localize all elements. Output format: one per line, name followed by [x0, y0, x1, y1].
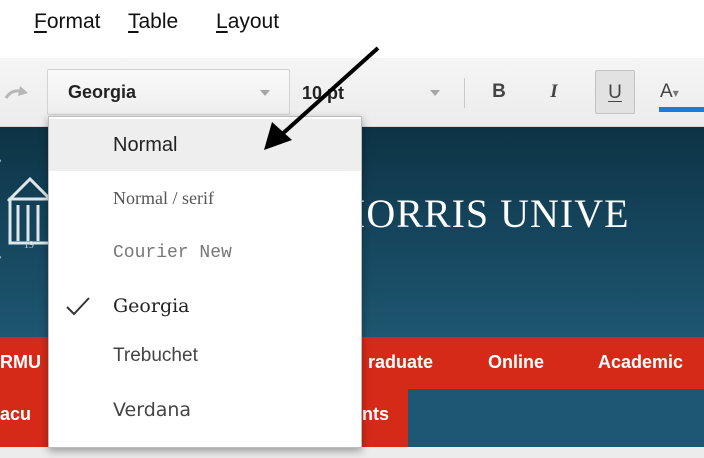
font-option-label: Normal / serif: [113, 188, 214, 208]
chevron-down-icon: [430, 90, 440, 96]
chevron-down-icon: ▾: [672, 86, 679, 100]
font-option-label: Verdana: [113, 399, 192, 421]
page-bottom-strip: [0, 447, 704, 458]
toolbar-divider: [464, 78, 465, 108]
font-option-label: Courier New: [113, 243, 232, 263]
subnav-link-faculty[interactable]: acu: [0, 404, 31, 425]
font-option-label: Normal: [113, 134, 178, 156]
menu-layout[interactable]: Layout: [216, 10, 279, 34]
font-option-courier-new[interactable]: Courier New: [49, 227, 361, 279]
font-family-select[interactable]: Georgia: [47, 69, 290, 115]
subnav-link-students[interactable]: nts: [362, 404, 389, 425]
nav-link-online[interactable]: Online: [488, 352, 544, 373]
font-option-label: Georgia: [113, 295, 190, 317]
nav-link-rmu[interactable]: RMU: [0, 352, 41, 373]
font-option-georgia[interactable]: Georgia: [49, 281, 361, 333]
redo-icon[interactable]: [4, 84, 30, 102]
font-family-value: Georgia: [68, 82, 137, 102]
font-family-menu: Normal Normal / serif Courier New Georgi…: [48, 116, 362, 448]
underline-button[interactable]: U: [595, 70, 635, 114]
bold-button[interactable]: B: [484, 70, 514, 114]
font-option-label: Trebuchet: [113, 345, 198, 366]
font-size-select[interactable]: 10 pt: [302, 69, 458, 115]
logo-year: 19: [24, 240, 34, 251]
font-option-verdana[interactable]: Verdana: [49, 389, 361, 441]
menu-table[interactable]: Table: [128, 10, 178, 34]
font-option-trebuchet[interactable]: Trebuchet: [49, 335, 361, 387]
italic-button[interactable]: I: [539, 70, 569, 114]
site-title: IORRIS UNIVE: [352, 191, 630, 236]
chevron-down-icon: [260, 90, 270, 96]
nav-link-graduate[interactable]: raduate: [368, 352, 433, 373]
font-size-value: 10 pt: [302, 83, 345, 103]
checkmark-icon: [66, 297, 90, 316]
menu-format[interactable]: Format: [34, 10, 101, 34]
font-option-normal-serif[interactable]: Normal / serif: [49, 173, 361, 225]
text-color-swatch: [659, 107, 704, 112]
menu-bar: Format Table Layout: [0, 0, 704, 58]
font-option-normal[interactable]: Normal: [49, 119, 361, 171]
text-color-icon: A: [660, 81, 673, 102]
nav-link-academic[interactable]: Academic: [598, 352, 683, 373]
